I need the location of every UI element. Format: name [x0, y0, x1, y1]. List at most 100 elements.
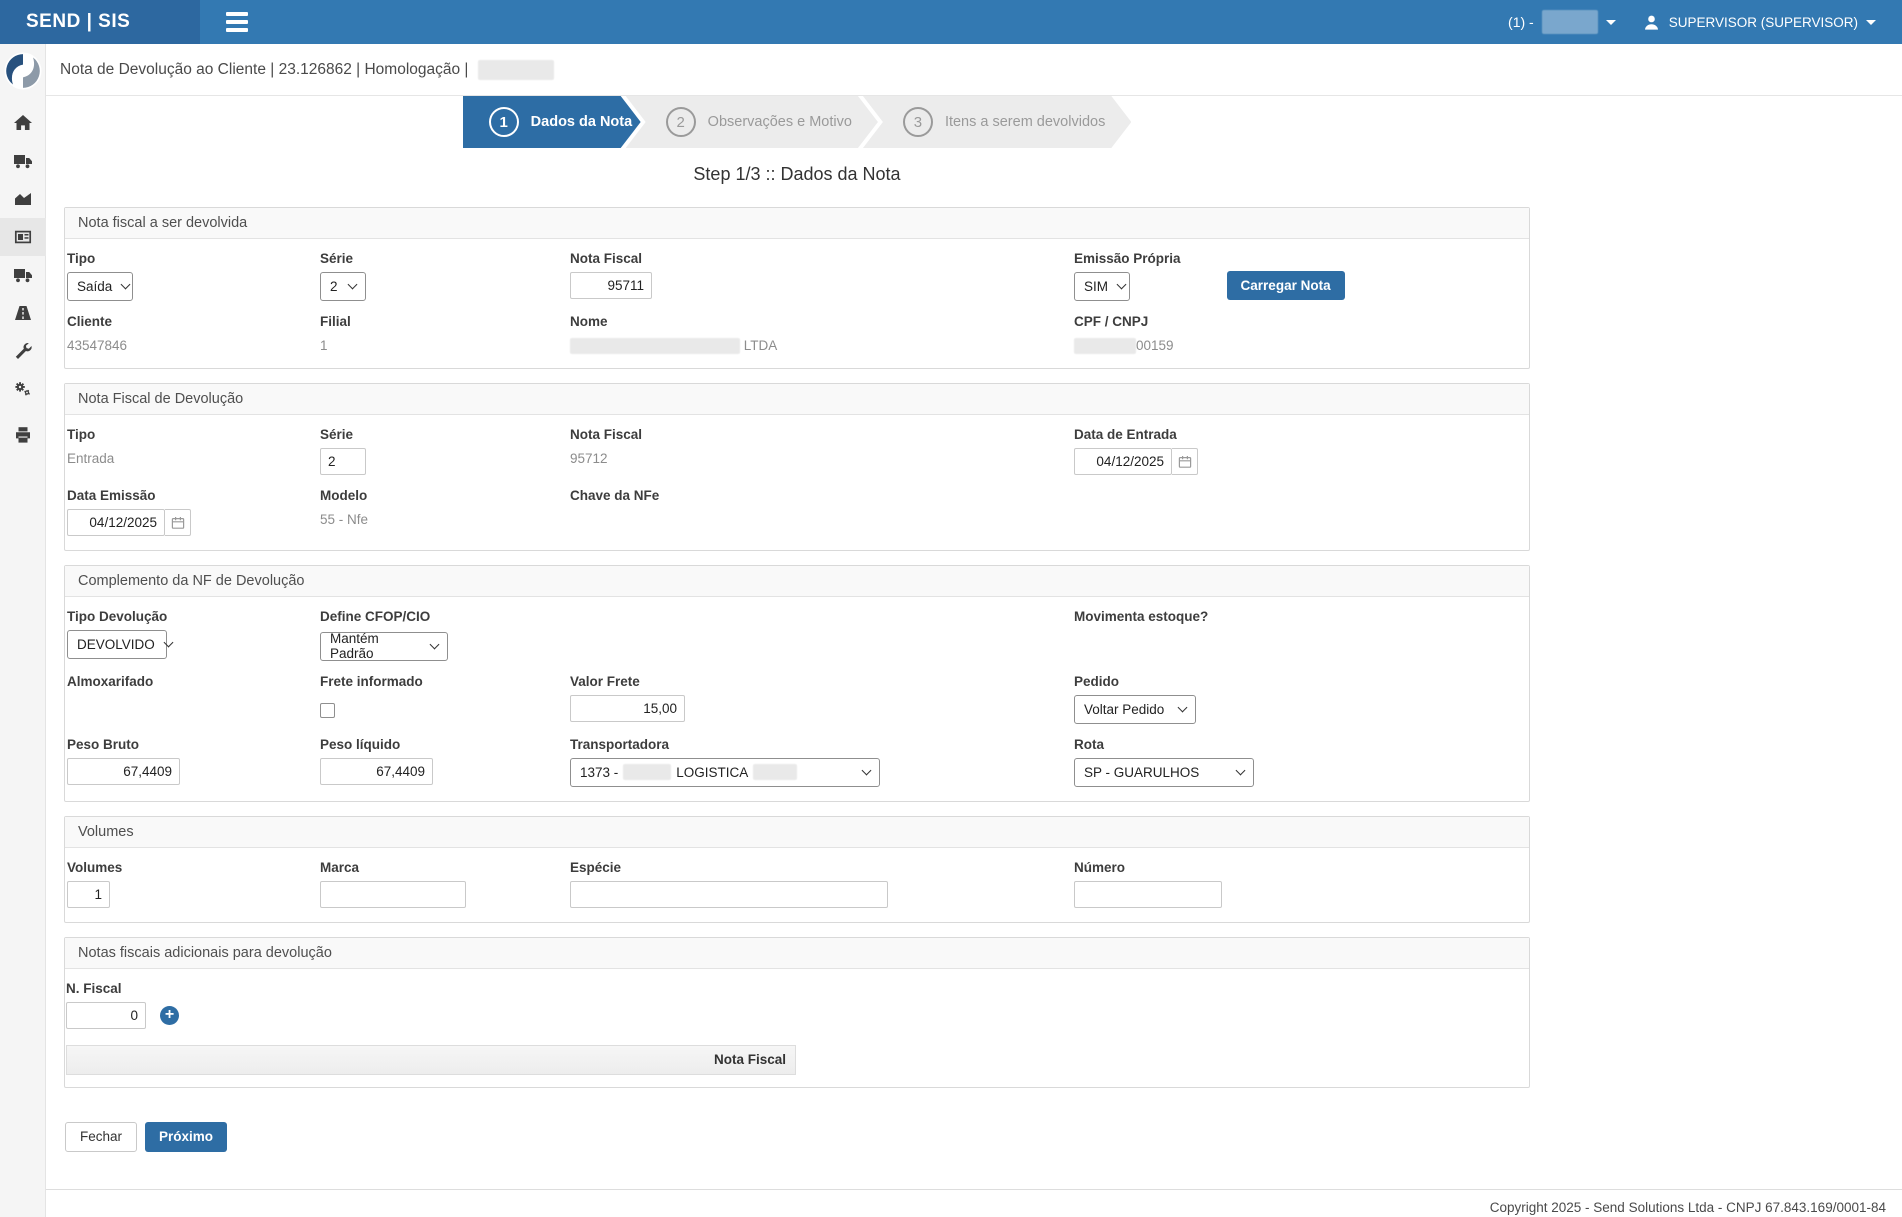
- page-title: Nota de Devolução ao Cliente | 23.126862…: [60, 61, 468, 79]
- frete-informado-label: Frete informado: [320, 674, 556, 689]
- cfop-select[interactable]: Mantém Padrão: [320, 632, 448, 661]
- app-brand: SEND | SIS: [0, 0, 200, 44]
- breadcrumb: Nota de Devolução ao Cliente | 23.126862…: [46, 44, 1902, 96]
- sidebar-item-shipping[interactable]: [0, 142, 46, 180]
- step-heading: Step 1/3 :: Dados da Nota: [64, 164, 1530, 185]
- sidebar-item-invoices[interactable]: [0, 218, 46, 256]
- nota-fiscal-input[interactable]: [570, 272, 652, 299]
- section-complemento: Complemento da NF de Devolução Tipo Devo…: [64, 565, 1530, 802]
- n-fiscal-label: N. Fiscal: [66, 981, 1529, 996]
- proximo-button[interactable]: Próximo: [145, 1122, 227, 1152]
- carregar-nota-button[interactable]: Carregar Nota: [1227, 271, 1345, 300]
- filial-value: 1: [320, 338, 556, 353]
- tipo-label: Tipo: [67, 427, 306, 442]
- wizard-step-3[interactable]: 3 Itens a serem devolvidos: [863, 96, 1131, 148]
- frete-informado-checkbox[interactable]: [320, 703, 335, 718]
- caret-down-icon: [1866, 20, 1876, 25]
- section-title: Nota Fiscal de Devolução: [65, 384, 1529, 415]
- transportadora-mid: LOGISTICA: [676, 765, 748, 780]
- chevron-down-icon: [1117, 280, 1127, 290]
- cliente-label: Cliente: [67, 314, 306, 329]
- printer-icon: [13, 425, 33, 445]
- especie-input[interactable]: [570, 881, 888, 908]
- redacted-cnpj: [1074, 338, 1136, 354]
- marca-input[interactable]: [320, 881, 466, 908]
- serie-input[interactable]: [320, 448, 366, 475]
- peso-liquido-input[interactable]: [320, 758, 433, 785]
- emissao-propria-select[interactable]: SIM: [1074, 272, 1130, 301]
- marca-label: Marca: [320, 860, 556, 875]
- sidebar-item-settings[interactable]: [0, 370, 46, 408]
- serie-select[interactable]: 2: [320, 272, 366, 301]
- sidebar-item-print[interactable]: [0, 416, 46, 454]
- user-name-label: SUPERVISOR (SUPERVISOR): [1669, 15, 1858, 30]
- cnpj-value: 00159: [1074, 338, 1537, 354]
- menu-toggle-icon[interactable]: [212, 0, 262, 44]
- wrench-icon: [13, 341, 33, 361]
- valor-frete-input[interactable]: [570, 695, 685, 722]
- chevron-down-icon: [163, 638, 173, 648]
- calendar-button[interactable]: [165, 509, 191, 536]
- step-number: 1: [489, 107, 519, 137]
- serie-select-value: 2: [330, 279, 338, 294]
- data-emissao-input[interactable]: [67, 509, 165, 536]
- sidebar-item-tools[interactable]: [0, 332, 46, 370]
- env-selector[interactable]: (1) -: [1508, 10, 1616, 34]
- calendar-button[interactable]: [1172, 448, 1198, 475]
- redacted-client-name: [570, 338, 740, 354]
- user-menu[interactable]: SUPERVISOR (SUPERVISOR): [1642, 13, 1876, 32]
- sidebar-item-reports[interactable]: [0, 180, 46, 218]
- section-title: Complemento da NF de Devolução: [65, 566, 1529, 597]
- chave-nfe-label: Chave da NFe: [570, 488, 1060, 503]
- nome-value: LTDA: [570, 338, 1060, 354]
- filial-label: Filial: [320, 314, 556, 329]
- cnpj-suffix: 00159: [1136, 338, 1174, 353]
- plus-icon: +: [165, 1007, 174, 1023]
- rota-select[interactable]: SP - GUARULHOS: [1074, 758, 1254, 787]
- data-emissao-label: Data Emissão: [67, 488, 306, 503]
- add-nota-button[interactable]: +: [160, 1006, 179, 1025]
- nota-fiscal-label: Nota Fiscal: [570, 427, 1060, 442]
- sidebar-item-home[interactable]: [0, 104, 46, 142]
- tipo-select[interactable]: Saída: [67, 272, 133, 301]
- tipo-select-value: Saída: [77, 279, 112, 294]
- numero-input[interactable]: [1074, 881, 1222, 908]
- notas-table-header-label: Nota Fiscal: [714, 1052, 786, 1067]
- caret-down-icon: [1606, 20, 1616, 25]
- chevron-down-icon: [348, 280, 358, 290]
- calendar-icon: [170, 515, 186, 531]
- data-entrada-input[interactable]: [1074, 448, 1172, 475]
- nome-suffix: LTDA: [744, 338, 778, 353]
- road-icon: [13, 303, 33, 323]
- step-label: Itens a serem devolvidos: [945, 114, 1105, 130]
- chevron-down-icon: [1236, 765, 1246, 775]
- nome-label: Nome: [570, 314, 1060, 329]
- cliente-value: 43547846: [67, 338, 306, 353]
- modelo-label: Modelo: [320, 488, 556, 503]
- section-title: Notas fiscais adicionais para devolução: [65, 938, 1529, 969]
- especie-label: Espécie: [570, 860, 1060, 875]
- cfop-label: Define CFOP/CIO: [320, 609, 556, 624]
- serie-label: Série: [320, 251, 556, 266]
- n-fiscal-input[interactable]: [66, 1002, 146, 1029]
- tipo-devolucao-select[interactable]: DEVOLVIDO: [67, 630, 167, 659]
- valor-frete-label: Valor Frete: [570, 674, 1060, 689]
- env-indicator-label: (1) -: [1508, 14, 1534, 30]
- pedido-select[interactable]: Voltar Pedido: [1074, 695, 1196, 724]
- transportadora-select[interactable]: 1373 - LOGISTICA: [570, 758, 880, 787]
- peso-bruto-input[interactable]: [67, 758, 180, 785]
- peso-bruto-label: Peso Bruto: [67, 737, 306, 752]
- volumes-input[interactable]: [67, 881, 110, 908]
- volumes-label: Volumes: [67, 860, 306, 875]
- step-label: Observações e Motivo: [708, 114, 852, 130]
- copyright-text: Copyright 2025 - Send Solutions Ltda - C…: [1490, 1200, 1886, 1215]
- sidebar-item-transport[interactable]: [0, 256, 46, 294]
- wizard-step-2[interactable]: 2 Observações e Motivo: [626, 96, 878, 148]
- wizard-step-1[interactable]: 1 Dados da Nota: [463, 96, 641, 148]
- sidebar-item-routes[interactable]: [0, 294, 46, 332]
- pedido-label: Pedido: [1074, 674, 1537, 689]
- fechar-button[interactable]: Fechar: [65, 1122, 137, 1152]
- rota-value: SP - GUARULHOS: [1084, 765, 1199, 780]
- data-entrada-label: Data de Entrada: [1074, 427, 1537, 442]
- tipo-value: Entrada: [67, 451, 306, 466]
